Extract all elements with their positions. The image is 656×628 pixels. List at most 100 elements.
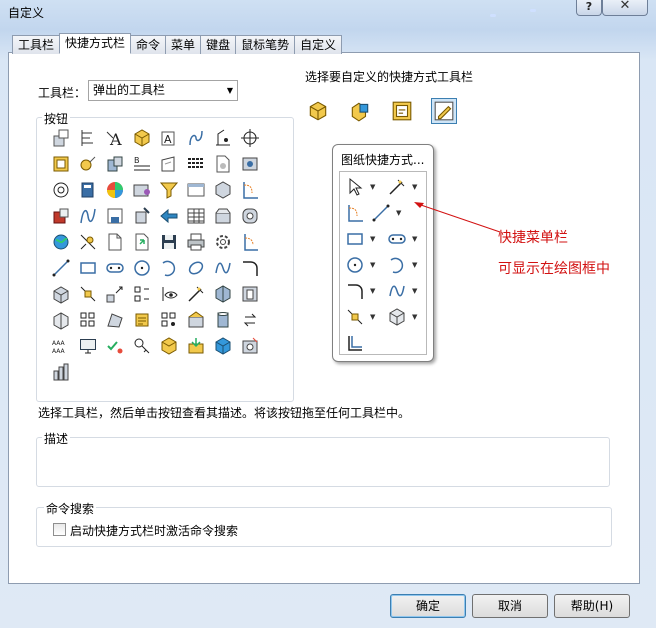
dropdown-arrow-icon[interactable]: ▼ — [370, 313, 375, 321]
tab-toolbars[interactable]: 工具栏 — [12, 35, 61, 54]
center-mark-icon[interactable] — [239, 127, 261, 149]
ellipse-icon[interactable] — [185, 257, 207, 279]
hole-wizard-icon[interactable] — [50, 127, 72, 149]
pattern-icon[interactable] — [158, 309, 180, 331]
dropdown-arrow-icon[interactable]: ▼ — [370, 235, 375, 243]
text-icon[interactable]: A — [104, 127, 126, 149]
globe-icon[interactable] — [50, 231, 72, 253]
blue-cube-icon[interactable] — [212, 335, 234, 357]
centerline-tool[interactable] — [344, 202, 366, 224]
window-icon[interactable] — [185, 179, 207, 201]
dropdown-arrow-icon[interactable]: ▼ — [370, 261, 375, 269]
arc-icon[interactable] — [158, 257, 180, 279]
help-button[interactable]: 帮助(H) — [554, 594, 630, 618]
mate-tool[interactable]: ▼ — [344, 306, 375, 328]
book-icon[interactable] — [77, 179, 99, 201]
curve-icon[interactable] — [77, 205, 99, 227]
insert-icon[interactable] — [185, 335, 207, 357]
ordinate-dimension-icon[interactable] — [77, 127, 99, 149]
dropdown-arrow-icon[interactable]: ▼ — [412, 235, 417, 243]
arc-tool[interactable]: ▼ — [386, 254, 417, 276]
close-button[interactable]: ✕ — [602, 0, 648, 16]
tab-keyboard[interactable]: 键盘 — [200, 35, 237, 54]
dropdown-arrow-icon[interactable]: ▼ — [370, 183, 375, 191]
spline-curve-icon[interactable] — [212, 257, 234, 279]
cylinder-view-icon[interactable] — [239, 283, 261, 305]
open-icon[interactable] — [131, 231, 153, 253]
appearance-icon[interactable] — [104, 179, 126, 201]
dropdown-arrow-icon[interactable]: ▼ — [412, 287, 417, 295]
print-icon[interactable] — [185, 231, 207, 253]
circle-tool[interactable]: ▼ — [344, 254, 375, 276]
extrude-icon[interactable] — [50, 283, 72, 305]
sketch-fillet-icon[interactable] — [239, 257, 261, 279]
spline-tool[interactable]: ▼ — [386, 280, 417, 302]
dropdown-arrow-icon[interactable]: ▼ — [412, 183, 417, 191]
rectangle-tool[interactable]: ▼ — [344, 228, 375, 250]
note-icon[interactable]: A — [158, 127, 180, 149]
slot-icon[interactable] — [104, 257, 126, 279]
offset-tool[interactable] — [344, 332, 366, 354]
layer-icon[interactable] — [131, 309, 153, 331]
revision-table-icon[interactable]: B — [131, 153, 153, 175]
select-tool[interactable]: ▼ — [344, 176, 375, 198]
smart-dimension-icon[interactable] — [77, 231, 99, 253]
rectangle-icon[interactable] — [77, 257, 99, 279]
section-view-icon[interactable] — [212, 283, 234, 305]
activate-search-checkbox[interactable] — [53, 523, 66, 536]
surface-icon[interactable] — [104, 309, 126, 331]
circle-icon[interactable] — [131, 257, 153, 279]
dropdown-arrow-icon[interactable]: ▼ — [370, 287, 375, 295]
document-icon[interactable] — [212, 153, 234, 175]
component-box-icon[interactable] — [158, 335, 180, 357]
dropdown-arrow-icon[interactable]: ▼ — [396, 209, 401, 217]
view-icon[interactable] — [158, 153, 180, 175]
weld-bead-icon[interactable] — [185, 153, 207, 175]
font-size-icon[interactable]: AAA AAA — [50, 335, 72, 357]
dropdown-arrow-icon[interactable]: ▼ — [412, 261, 417, 269]
filter-icon[interactable] — [158, 179, 180, 201]
assembly-toolbar-icon[interactable] — [347, 98, 373, 124]
table-icon[interactable] — [185, 205, 207, 227]
part-toolbar-icon[interactable] — [305, 98, 331, 124]
save-icon[interactable] — [158, 231, 180, 253]
line-tool[interactable]: ▼ — [370, 202, 401, 224]
spline-icon[interactable] — [185, 127, 207, 149]
eye-icon[interactable] — [158, 283, 180, 305]
save-sheet-icon[interactable] — [104, 205, 126, 227]
check-mate-icon[interactable] — [104, 335, 126, 357]
toolbar-select[interactable]: 弹出的工具栏 ▼ — [88, 80, 238, 101]
dropdown-arrow-icon[interactable]: ▼ — [412, 313, 417, 321]
toolbox-icon[interactable] — [50, 205, 72, 227]
part-icon[interactable] — [131, 127, 153, 149]
help-title-button[interactable]: ? — [576, 0, 602, 16]
cancel-button[interactable]: 取消 — [472, 594, 548, 618]
assembly-icon[interactable] — [104, 153, 126, 175]
balloon-icon[interactable] — [77, 153, 99, 175]
building-icon[interactable] — [50, 361, 72, 383]
explode-icon[interactable] — [104, 283, 126, 305]
tube-icon[interactable] — [212, 309, 234, 331]
monitor-icon[interactable] — [77, 335, 99, 357]
mate-icon[interactable] — [77, 283, 99, 305]
ok-button[interactable]: 确定 — [390, 594, 466, 618]
view-orientation-tool[interactable]: ▼ — [386, 306, 417, 328]
smart-dimension-tool[interactable]: ▼ — [386, 176, 417, 198]
tab-commands[interactable]: 命令 — [130, 35, 167, 54]
camera-view-icon[interactable] — [239, 153, 261, 175]
line-icon[interactable] — [50, 257, 72, 279]
move-component-icon[interactable] — [131, 205, 153, 227]
linear-pattern-icon[interactable] — [77, 309, 99, 331]
revolve-icon[interactable] — [50, 309, 72, 331]
datum-target-icon[interactable] — [212, 127, 234, 149]
3d-view-icon[interactable] — [212, 179, 234, 201]
drawing-toolbar-icon[interactable] — [389, 98, 415, 124]
sketch-toolbar-icon[interactable] — [431, 98, 457, 124]
dimension-tool-icon[interactable] — [185, 283, 207, 305]
fillet-icon[interactable] — [239, 205, 261, 227]
hole-series-icon[interactable] — [239, 335, 261, 357]
drawing-sheet-icon[interactable] — [50, 153, 72, 175]
hole-callout-icon[interactable] — [50, 179, 72, 201]
scene-icon[interactable] — [131, 179, 153, 201]
new-document-icon[interactable] — [104, 231, 126, 253]
